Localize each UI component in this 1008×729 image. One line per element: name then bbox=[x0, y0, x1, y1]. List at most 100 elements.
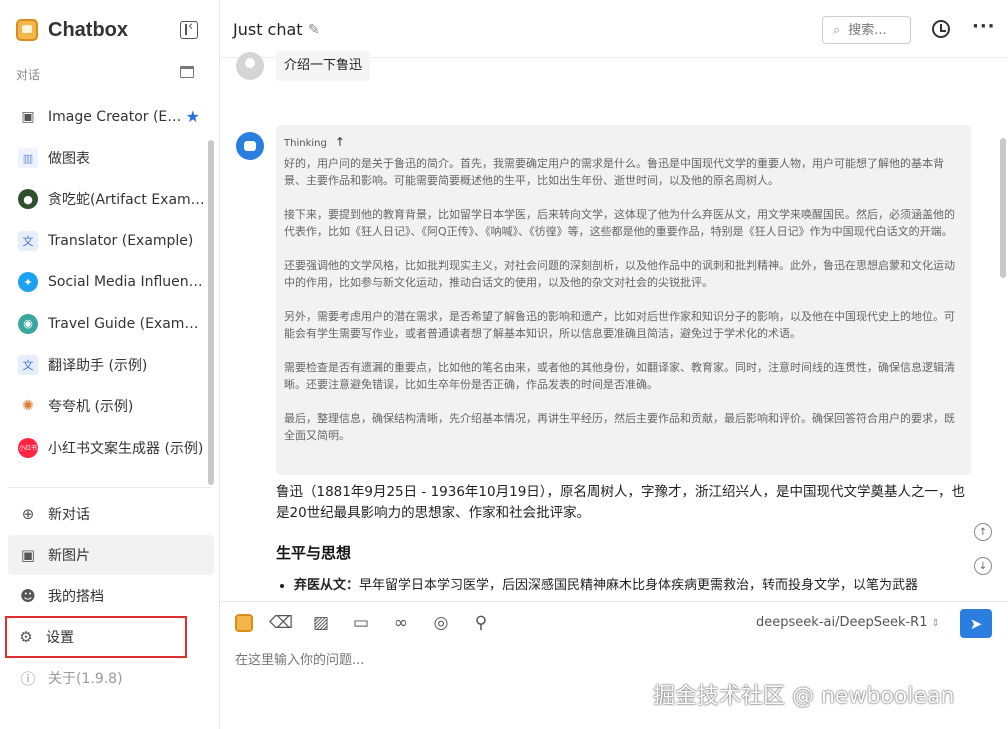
link-icon[interactable]: ∞ bbox=[389, 612, 413, 634]
info-icon: ⓘ bbox=[20, 669, 36, 688]
chevron-updown-icon: ⇕ bbox=[931, 618, 940, 629]
user-avatar bbox=[236, 52, 264, 80]
search-icon: ⌕ bbox=[833, 22, 841, 38]
thinking-paragraph: 最后，整理信息，确保结构清晰，先介绍基本情况，再讲生平经历，然后主要作品和贡献，… bbox=[284, 412, 955, 442]
search-box[interactable]: ⌕ bbox=[822, 16, 911, 44]
chatbox-app-icon[interactable] bbox=[235, 614, 253, 632]
eraser-icon[interactable]: ⌫ bbox=[269, 612, 293, 634]
messages-scrollbar[interactable] bbox=[1000, 138, 1006, 278]
translate-icon: 文 bbox=[18, 230, 38, 251]
archive-icon[interactable] bbox=[180, 66, 194, 78]
more-icon[interactable]: ··· bbox=[972, 16, 996, 37]
twitter-icon: ✦ bbox=[18, 272, 38, 293]
sidebar-scrollbar[interactable] bbox=[208, 140, 214, 485]
sidebar-nav: ⊕ 新对话 ▣ 新图片 ☻ 我的搭档 ⚙ 设置 ⓘ 关于(1.9.8) bbox=[5, 494, 214, 699]
nav-label: 我的搭档 bbox=[48, 589, 104, 605]
pencil-icon[interactable]: ✎ bbox=[308, 22, 320, 38]
session-item-translate-helper[interactable]: 文 翻译助手 (示例) bbox=[8, 344, 208, 385]
watermark: 掘金技术社区 @ newboolean bbox=[653, 684, 955, 709]
my-partners-button[interactable]: ☻ 我的搭档 bbox=[8, 576, 214, 616]
plus-circle-icon: ⊕ bbox=[21, 505, 35, 523]
history-icon[interactable] bbox=[932, 20, 950, 38]
answer-heading: 生平与思想 bbox=[276, 544, 352, 562]
scroll-to-bottom-icon[interactable]: ↓ bbox=[974, 557, 992, 575]
thinking-block: Thinking ↑ 好的，用户问的是关于鲁迅的简介。首先，我需要确定用户的需求是… bbox=[276, 125, 971, 475]
session-label: 翻译助手 (示例) bbox=[48, 358, 148, 375]
session-label: Social Media Influencer (Example) bbox=[48, 274, 206, 291]
globe-icon[interactable]: ◎ bbox=[429, 612, 453, 634]
add-image-icon: ▣ bbox=[20, 546, 36, 564]
collapse-sidebar-icon[interactable] bbox=[180, 19, 198, 39]
nav-label: 新对话 bbox=[48, 507, 90, 523]
nav-label: 关于(1.9.8) bbox=[48, 671, 123, 687]
xiaohongshu-icon: 小红书 bbox=[18, 437, 38, 458]
session-item-translator[interactable]: 文 Translator (Example) bbox=[8, 220, 208, 261]
session-list: ▣ Image Creator (Example) ★ ▥ 做图表 ● 贪吃蛇(… bbox=[8, 84, 208, 484]
answer-intro: 鲁迅（1881年9月25日 - 1936年10月19日），原名周树人，字豫才，浙… bbox=[276, 484, 966, 521]
answer-list: 弃医从文：早年留学日本学习医学，后因深感国民精神麻木比身体疾病更需救治，转而投身… bbox=[294, 575, 966, 596]
thinking-header[interactable]: Thinking ↑ bbox=[284, 135, 961, 149]
send-button[interactable]: ➤ bbox=[960, 609, 992, 638]
translate-icon: 文 bbox=[18, 355, 38, 376]
settings-button[interactable]: ⚙ 设置 bbox=[5, 616, 187, 658]
thinking-paragraph: 还要强调他的文学风格，比如批判现实主义，对社会问题的深刻剖析，以及他作品中的讽刺… bbox=[284, 259, 955, 289]
session-item-partial[interactable] bbox=[8, 84, 208, 96]
chart-icon: ▥ bbox=[18, 148, 38, 169]
bot-avatar bbox=[236, 132, 264, 160]
brand: Chatbox bbox=[16, 16, 128, 44]
message-input[interactable] bbox=[235, 648, 975, 672]
sidebar: Chatbox 对话 ▣ Image Creator (Example) ★ ▥… bbox=[0, 0, 220, 729]
session-item-chart[interactable]: ▥ 做图表 bbox=[8, 137, 208, 178]
bullet-title: 弃医从文： bbox=[294, 578, 360, 593]
sidebar-divider bbox=[8, 487, 212, 488]
session-item-social-media[interactable]: ✦ Social Media Influencer (Example) bbox=[8, 262, 208, 303]
message-list: 介绍一下鲁迅 Thinking ↑ 好的，用户问的是关于鲁迅的简介。首先，我需要确… bbox=[221, 46, 996, 601]
thinking-paragraph: 接下来，要提到他的教育背景，比如留学日本学医，后来转向文学，这体现了他为什么弃医… bbox=[284, 208, 955, 238]
sliders-icon[interactable]: ⚲ bbox=[469, 612, 493, 634]
session-label: 贪吃蛇(Artifact Example) bbox=[48, 192, 206, 209]
thinking-paragraph: 另外，需要考虑用户的潜在需求，是否希望了解鲁迅的影响和遗产，比如对后世作家和知识… bbox=[284, 310, 955, 340]
session-label: Travel Guide (Example) bbox=[48, 315, 206, 332]
robot-icon: ☻ bbox=[20, 587, 36, 605]
thinking-label: Thinking bbox=[284, 138, 327, 149]
answer-list-item: 弃医从文：早年留学日本学习医学，后因深感国民精神麻木比身体疾病更需救治，转而投身… bbox=[294, 575, 966, 596]
section-label: 对话 bbox=[16, 68, 41, 82]
globe-icon: ◉ bbox=[18, 313, 38, 334]
thinking-paragraph: 需要检查是否有遗漏的重要点，比如他的笔名由来，或者他的其他身份，如翻译家、教育家… bbox=[284, 361, 955, 391]
sparkle-icon: ✺ bbox=[18, 396, 38, 417]
send-icon: ➤ bbox=[969, 614, 983, 633]
session-label: Translator (Example) bbox=[48, 232, 194, 249]
session-item-praise-bot[interactable]: ✺ 夸夸机 (示例) bbox=[8, 386, 208, 427]
app-name: Chatbox bbox=[48, 18, 128, 41]
session-label: 小红书文案生成器 (示例) bbox=[48, 440, 204, 457]
session-label: 做图表 bbox=[48, 151, 90, 168]
session-label: Image Creator (Example) bbox=[48, 108, 186, 125]
session-item-xiaohongshu[interactable]: 小红书 小红书文案生成器 (示例) bbox=[8, 427, 208, 468]
image-icon[interactable]: ▨ bbox=[309, 612, 333, 634]
user-message: 介绍一下鲁迅 bbox=[276, 51, 371, 81]
nav-label: 新图片 bbox=[48, 548, 90, 564]
session-item-travel-guide[interactable]: ◉ Travel Guide (Example) bbox=[8, 303, 208, 344]
model-select[interactable]: deepseek-ai/DeepSeek-R1 ⇕ bbox=[756, 615, 940, 630]
chat-title: Just chat bbox=[233, 20, 303, 39]
snake-icon: ● bbox=[18, 189, 38, 210]
star-icon[interactable]: ★ bbox=[186, 107, 200, 126]
assistant-answer: 鲁迅（1881年9月25日 - 1936年10月19日），原名周树人，字豫才，浙… bbox=[276, 482, 966, 596]
new-image-button[interactable]: ▣ 新图片 bbox=[8, 535, 214, 575]
image-icon: ▣ bbox=[18, 106, 38, 127]
scroll-to-top-icon[interactable]: ↑ bbox=[974, 523, 992, 541]
thinking-paragraph: 好的，用户问的是关于鲁迅的简介。首先，我需要确定用户的需求是什么。鲁迅是中国现代… bbox=[284, 157, 944, 187]
folder-icon[interactable]: ▭ bbox=[349, 612, 373, 634]
bullet-text: 早年留学日本学习医学，后因深感国民精神麻木比身体疾病更需救治，转而投身文学，以笔… bbox=[359, 578, 919, 593]
session-label: 夸夸机 (示例) bbox=[48, 399, 134, 416]
composer-toolbar: ⌫ ▨ ▭ ∞ ◎ ⚲ bbox=[235, 612, 493, 634]
chatbox-logo-icon bbox=[16, 19, 38, 41]
arrow-up-icon[interactable]: ↑ bbox=[335, 135, 345, 149]
session-item-snake[interactable]: ● 贪吃蛇(Artifact Example) bbox=[8, 179, 208, 220]
about-button[interactable]: ⓘ 关于(1.9.8) bbox=[8, 658, 214, 698]
nav-label: 设置 bbox=[46, 630, 74, 646]
model-name: deepseek-ai/DeepSeek-R1 bbox=[756, 615, 928, 630]
session-item-image-creator[interactable]: ▣ Image Creator (Example) ★ bbox=[8, 96, 208, 137]
search-input[interactable] bbox=[848, 22, 903, 38]
new-chat-button[interactable]: ⊕ 新对话 bbox=[8, 494, 214, 534]
